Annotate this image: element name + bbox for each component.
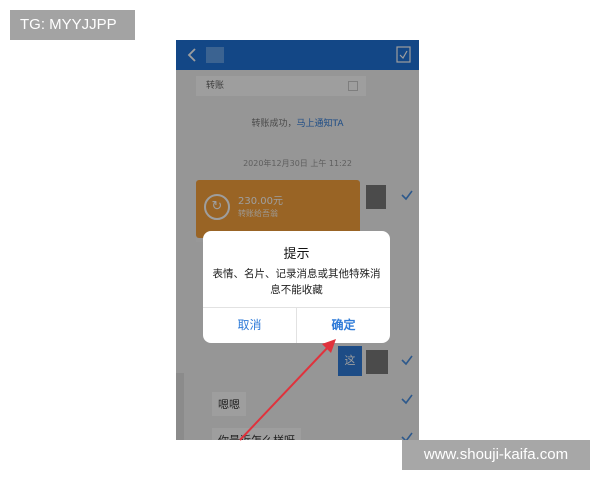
dialog-message: 表情、名片、记录消息或其他特殊消息不能收藏 xyxy=(212,268,381,296)
site-watermark: www.shouji-kaifa.com xyxy=(402,440,590,470)
screenshot-page: TG: MYYJJPP 转账 转账成功，马上通知TA 2020年12月30日 上… xyxy=(0,0,600,480)
dialog-title: 提示 xyxy=(283,247,310,262)
alert-dialog: 提示 表情、名片、记录消息或其他特殊消息不能收藏 取消 确定 xyxy=(203,231,390,343)
cancel-button[interactable]: 取消 xyxy=(203,308,296,343)
tg-watermark: TG: MYYJJPP xyxy=(10,10,135,40)
confirm-button[interactable]: 确定 xyxy=(297,308,390,343)
